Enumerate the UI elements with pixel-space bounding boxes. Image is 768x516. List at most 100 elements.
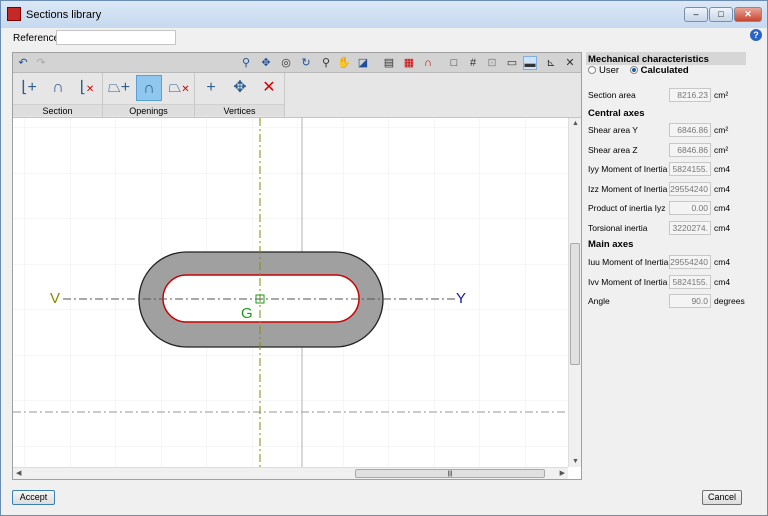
add-vertex-icon[interactable]: +: [198, 75, 224, 101]
property-unit: cm4: [714, 164, 731, 174]
main-axes-heading: Main axes: [588, 239, 634, 250]
add-section-icon[interactable]: ⌊+: [16, 75, 42, 101]
vertices-group: + ✥ ✕ Vertices: [195, 73, 285, 117]
property-unit: cm4: [714, 257, 731, 267]
property-row: Shear area Y 6846.86 cm²: [588, 123, 748, 137]
property-unit: cm²: [714, 144, 729, 155]
import-dwg-icon[interactable]: ▦: [402, 56, 416, 70]
property-row: Iuu Moment of Inertia 29554240 cm4: [588, 255, 748, 269]
central-axes-heading: Central axes: [588, 108, 645, 119]
add-opening-icon[interactable]: ⏢+: [106, 75, 132, 101]
property-row: Izz Moment of Inertia 29554240 cm4: [588, 181, 748, 196]
property-label: Shear area Z: [588, 144, 638, 155]
vertical-scrollbar[interactable]: ▲ ▼: [568, 118, 581, 467]
delete-opening-icon[interactable]: ⏢✕: [166, 75, 192, 101]
property-value: 5824155.: [669, 274, 711, 289]
zoom-out-icon[interactable]: ⚲: [319, 56, 333, 70]
property-label: Angle: [588, 296, 610, 306]
title-bar: Sections library – □ ✕: [1, 1, 767, 28]
property-value: 29554240: [669, 255, 711, 269]
zoom-all-icon[interactable]: ✥: [259, 56, 273, 70]
property-unit: cm4: [714, 183, 731, 194]
app-logo-icon: [7, 7, 21, 21]
vertices-group-label: Vertices: [195, 104, 284, 116]
vertical-scroll-thumb[interactable]: [570, 243, 580, 365]
drawing-canvas[interactable]: V Y G: [13, 118, 568, 467]
property-value: 29554240: [669, 181, 711, 196]
openings-group-label: Openings: [103, 104, 194, 116]
property-row: Shear area Z 6846.86 cm²: [588, 142, 748, 157]
pan-hand-icon[interactable]: ✋: [337, 56, 351, 70]
toolbar: ↶ ↷ ⚲ ✥ ◎ ↻ ⚲ ✋ ◪ ▤ ▦ ∩ □ # ⊡ ▭ ▬ ⊾ ✕: [13, 53, 581, 73]
property-label: Iuu Moment of Inertia: [588, 257, 669, 267]
redraw-icon[interactable]: ↻: [299, 56, 313, 70]
move-vertex-icon[interactable]: ✥: [227, 75, 253, 101]
property-unit: cm4: [714, 203, 731, 213]
section-group: ⌊+ ∩ ⌊✕ Section: [13, 73, 103, 117]
section-area-value: 8216.23: [669, 88, 711, 102]
property-label: Product of inertia Iyz: [588, 203, 666, 213]
window-title: Sections library: [26, 9, 102, 21]
ruler-icon[interactable]: ▬: [523, 56, 537, 70]
snap-section-icon[interactable]: ∩: [45, 75, 71, 101]
property-value: 6846.86: [669, 123, 711, 137]
axis-y-label: Y: [456, 290, 467, 307]
snap-magnet-icon[interactable]: ∩: [421, 56, 435, 70]
snap-opening-icon[interactable]: ∩: [136, 75, 162, 101]
delete-section-icon[interactable]: ⌊✕: [74, 75, 100, 101]
mechanical-characteristics-panel: Mechanical characteristics User Calculat…: [586, 52, 746, 308]
horizontal-scrollbar[interactable]: ◀ ||| ▶: [13, 467, 568, 479]
property-label: Ivv Moment of Inertia: [588, 276, 668, 287]
property-row: Torsional inertia 3220274. cm4: [588, 220, 748, 235]
centroid-label: G: [241, 305, 253, 322]
grid-icon[interactable]: #: [466, 56, 480, 70]
import-dxf-icon[interactable]: ▤: [382, 56, 396, 70]
property-unit: cm4: [714, 276, 731, 287]
sections-library-window: Sections library – □ ✕ ? Reference ↶ ↷ ⚲…: [0, 0, 768, 516]
property-value: 0.00: [669, 201, 711, 215]
property-value: 5824155.: [669, 162, 711, 176]
maximize-button[interactable]: □: [709, 7, 733, 22]
redo-icon[interactable]: ↷: [34, 56, 48, 70]
radio-calculated[interactable]: Calculated: [629, 65, 689, 76]
cancel-button[interactable]: Cancel: [702, 490, 742, 505]
close-button[interactable]: ✕: [734, 7, 762, 22]
grid-point-icon[interactable]: ⊡: [485, 56, 499, 70]
property-value: 3220274.: [669, 220, 711, 235]
axes-icon[interactable]: ✕: [563, 56, 577, 70]
property-unit: degrees: [714, 296, 745, 306]
horizontal-scroll-thumb[interactable]: |||: [355, 469, 545, 478]
axis-v-label: V: [50, 290, 61, 307]
openings-group: ⏢+ ∩ ⏢✕ Openings: [103, 73, 195, 117]
minimize-button[interactable]: –: [684, 7, 708, 22]
radio-user[interactable]: User: [588, 65, 619, 76]
property-row: Angle 90.0 degrees: [588, 294, 748, 308]
help-icon[interactable]: ?: [750, 29, 762, 41]
reference-input[interactable]: [56, 30, 176, 45]
section-editor: ↶ ↷ ⚲ ✥ ◎ ↻ ⚲ ✋ ◪ ▤ ▦ ∩ □ # ⊡ ▭ ▬ ⊾ ✕ ⌊+…: [12, 52, 582, 480]
zoom-x2-icon[interactable]: ◎: [279, 56, 293, 70]
dimension-icon[interactable]: ▭: [505, 56, 519, 70]
section-area-row: Section area 8216.23 cm²: [588, 88, 729, 102]
square-icon[interactable]: □: [447, 56, 461, 70]
property-row: Product of inertia Iyz 0.00 cm4: [588, 201, 748, 215]
delete-vertex-icon[interactable]: ✕: [256, 75, 282, 101]
zoom-window-icon[interactable]: ⚲: [239, 56, 253, 70]
property-row: Iyy Moment of Inertia 5824155. cm4: [588, 162, 748, 176]
property-value: 90.0: [669, 294, 711, 308]
property-label: Shear area Y: [588, 125, 638, 135]
property-unit: cm4: [714, 222, 731, 233]
view-icon[interactable]: ◪: [356, 56, 370, 70]
property-label: Torsional inertia: [588, 222, 648, 233]
property-label: Iyy Moment of Inertia: [588, 164, 668, 174]
accept-button[interactable]: Accept: [12, 490, 55, 505]
angle-icon[interactable]: ⊾: [544, 56, 558, 70]
property-unit: cm²: [714, 125, 729, 135]
property-value: 6846.86: [669, 142, 711, 157]
undo-icon[interactable]: ↶: [16, 56, 30, 70]
ribbon: ⌊+ ∩ ⌊✕ Section ⏢+ ∩ ⏢✕ Openings + ✥ ✕ V…: [13, 73, 581, 118]
section-group-label: Section: [13, 104, 102, 116]
property-row: Ivv Moment of Inertia 5824155. cm4: [588, 274, 748, 289]
panel-title: Mechanical characteristics: [586, 52, 746, 65]
reference-label: Reference: [13, 33, 60, 44]
